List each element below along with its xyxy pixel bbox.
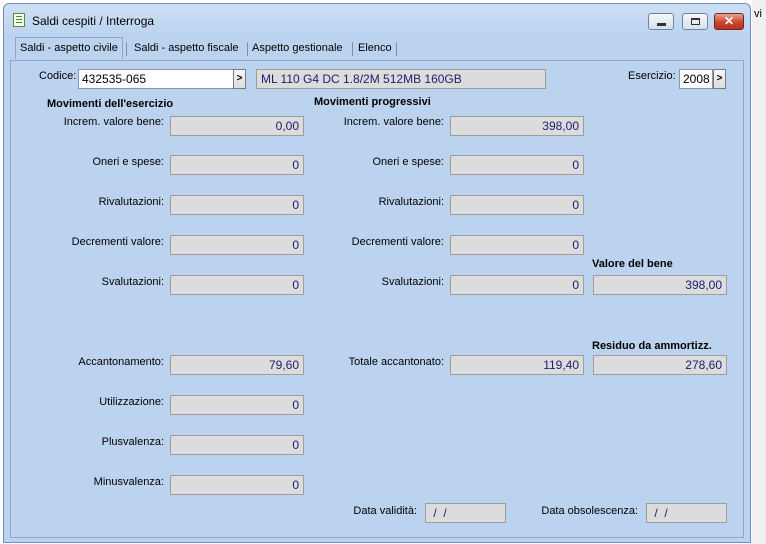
utilizzazione-label: Utilizzazione: [99, 396, 164, 408]
totale-accantonato-label: Totale accantonato: [348, 356, 444, 368]
tab-separator [396, 42, 397, 56]
minusvalenza-label: Minusvalenza: [93, 476, 164, 488]
background-window-edge [752, 0, 766, 544]
tab-saldi-civile[interactable]: Saldi - aspetto civile [15, 37, 123, 59]
tab-separator [247, 42, 248, 56]
maximize-button[interactable] [682, 13, 708, 30]
close-icon: ✕ [723, 14, 735, 28]
tab-saldi-fiscale[interactable]: Saldi - aspetto fiscale [134, 39, 239, 58]
valore-bene-title: Valore del bene [592, 258, 673, 270]
totale-accantonato-field: 119,40 [450, 355, 584, 375]
esercizio-rivalutazioni-label: Rivalutazioni: [98, 196, 164, 208]
progressivi-increm-field: 398,00 [450, 116, 584, 136]
progressivi-rivalutazioni-field: 0 [450, 195, 584, 215]
esercizio-button[interactable]: > [713, 69, 726, 89]
minusvalenza-field: 0 [170, 475, 304, 495]
esercizio-increm-label: Increm. valore bene: [63, 116, 164, 128]
esercizio-decrementi-label: Decrementi valore: [71, 236, 164, 248]
title-bar[interactable]: Saldi cespiti / Interroga ✕ [4, 4, 750, 34]
progressivi-oneri-field: 0 [450, 155, 584, 175]
movimenti-progressivi-title: Movimenti progressivi [314, 96, 431, 108]
tab-panel [10, 60, 744, 538]
valore-bene-field: 398,00 [593, 275, 727, 295]
residuo-title: Residuo da ammortizz. [592, 340, 712, 352]
movimenti-esercizio-title: Movimenti dell'esercizio [47, 98, 174, 110]
data-validita-field: / / [425, 503, 506, 523]
progressivi-oneri-label: Oneri e spese: [372, 156, 444, 168]
document-icon [13, 13, 25, 27]
plusvalenza-label: Plusvalenza: [101, 436, 164, 448]
esercizio-rivalutazioni-field: 0 [170, 195, 304, 215]
residuo-field: 278,60 [593, 355, 727, 375]
esercizio-decrementi-field: 0 [170, 235, 304, 255]
plusvalenza-field: 0 [170, 435, 304, 455]
progressivi-svalutazioni-field: 0 [450, 275, 584, 295]
background-window-text: vi [754, 8, 762, 20]
codice-field[interactable]: 432535-065 [78, 69, 234, 89]
codice-lookup-button[interactable]: > [233, 69, 246, 89]
data-obsolescenza-label: Data obsolescenza: [541, 505, 638, 517]
minimize-icon [657, 23, 666, 26]
esercizio-svalutazioni-field: 0 [170, 275, 304, 295]
minimize-button[interactable] [648, 13, 674, 30]
accantonamento-field: 79,60 [170, 355, 304, 375]
esercizio-oneri-field: 0 [170, 155, 304, 175]
maximize-icon [691, 18, 700, 25]
description-field: ML 110 G4 DC 1.8/2M 512MB 160GB [256, 69, 546, 89]
progressivi-rivalutazioni-label: Rivalutazioni: [378, 196, 444, 208]
progressivi-increm-label: Increm. valore bene: [343, 116, 444, 128]
codice-label: Codice: [39, 70, 77, 82]
progressivi-svalutazioni-label: Svalutazioni: [381, 276, 444, 288]
esercizio-field[interactable]: 2008 [679, 69, 713, 89]
data-obsolescenza-field: / / [646, 503, 727, 523]
progressivi-decrementi-label: Decrementi valore: [351, 236, 444, 248]
progressivi-decrementi-field: 0 [450, 235, 584, 255]
saldi-cespiti-window: Saldi cespiti / Interroga ✕ Saldi - aspe… [3, 3, 751, 543]
esercizio-increm-field: 0,00 [170, 116, 304, 136]
tab-aspetto-gestionale[interactable]: Aspetto gestionale [252, 39, 343, 58]
esercizio-label: Esercizio: [628, 70, 676, 82]
accantonamento-label: Accantonamento: [78, 356, 164, 368]
close-button[interactable]: ✕ [714, 13, 744, 30]
tab-separator [126, 42, 127, 56]
tab-separator [352, 42, 353, 56]
data-validita-label: Data validità: [353, 505, 417, 517]
tab-elenco[interactable]: Elenco [358, 39, 392, 58]
utilizzazione-field: 0 [170, 395, 304, 415]
window-title: Saldi cespiti / Interroga [32, 14, 155, 28]
esercizio-oneri-label: Oneri e spese: [92, 156, 164, 168]
esercizio-svalutazioni-label: Svalutazioni: [101, 276, 164, 288]
